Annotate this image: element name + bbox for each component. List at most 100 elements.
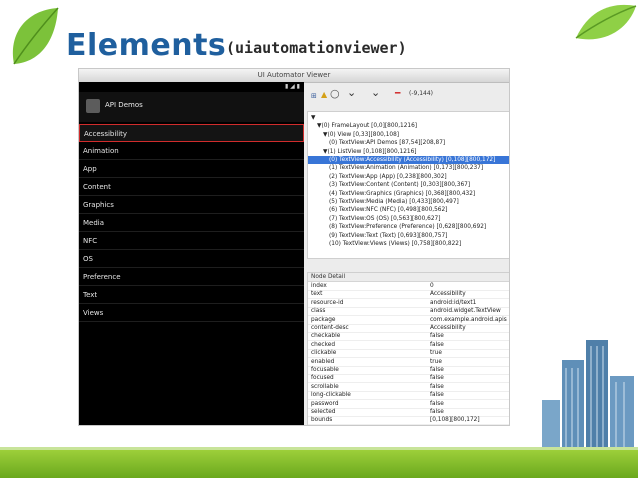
detail-row: index 0: [308, 283, 509, 291]
detail-key: checkable: [311, 333, 341, 340]
detail-key: text: [311, 291, 323, 298]
window-title: UI Automator Viewer: [257, 71, 331, 79]
slide-title: Elements: [66, 28, 227, 63]
detail-key: package: [311, 316, 336, 323]
detail-key: checked: [311, 341, 336, 348]
detail-row: checkable false: [308, 333, 509, 342]
detail-value: [0,108][800,172]: [430, 417, 480, 424]
device-list-item[interactable]: Content: [79, 178, 304, 196]
detail-key: password: [311, 400, 339, 407]
detail-value: 0: [430, 283, 434, 289]
leaf-decoration-top-right: [575, 4, 637, 40]
detail-row: enabled true: [308, 358, 509, 367]
detail-value: Accessibility: [430, 291, 466, 298]
detail-value: com.example.android.apis: [430, 316, 507, 323]
warning-icon[interactable]: ▲: [321, 90, 327, 100]
leaf-decoration-top-left: [12, 7, 59, 65]
detail-key: scrollable: [311, 383, 339, 390]
tree-node[interactable]: (10) TextView:Views (Views) [0,758][800,…: [308, 240, 509, 248]
device-list-item[interactable]: App: [79, 160, 304, 178]
detail-row: resource-id android:id/text1: [308, 299, 509, 308]
detail-row: focused false: [308, 375, 509, 384]
device-app-bar: API Demos: [79, 92, 304, 122]
detail-key: clickable: [311, 350, 337, 357]
detail-row: long-clickable false: [308, 392, 509, 401]
detail-key: long-clickable: [311, 392, 351, 399]
viewer-toolbar: ⊞ ▲ ○ ⌄ ⌄ ━ (-9,144): [307, 85, 509, 109]
detail-row: text Accessibility: [308, 291, 509, 300]
detail-key: class: [311, 308, 326, 315]
tree-node[interactable]: (1) TextView:Animation (Animation) [0,17…: [308, 164, 509, 172]
tree-node[interactable]: (0) TextView:API Demos [87,54][208,87]: [308, 139, 509, 147]
detail-value: true: [430, 358, 442, 365]
tree-node[interactable]: ▼(0) FrameLayout [0,0][800,1216]: [308, 122, 509, 130]
window-titlebar: UI Automator Viewer: [79, 69, 509, 83]
detail-row: focusable false: [308, 367, 509, 375]
detail-value: false: [430, 400, 444, 407]
detail-key: index: [311, 283, 327, 289]
tree-node[interactable]: ▼(0) View [0,33][800,108]: [308, 131, 509, 139]
detail-value: Accessibility: [430, 325, 466, 331]
detail-value: false: [430, 375, 444, 382]
tree-node[interactable]: (6) TextView:NFC (NFC) [0,498][800,562]: [308, 206, 509, 214]
status-icons: ▮ ◢ ▮: [284, 83, 300, 90]
detail-key: focusable: [311, 367, 339, 373]
device-status-bar: ▮ ◢ ▮: [79, 82, 304, 92]
device-list-item[interactable]: Animation: [79, 142, 304, 160]
minus-icon[interactable]: ━: [395, 89, 400, 99]
detail-value: false: [430, 333, 444, 340]
chevron-down-icon-2[interactable]: ⌄: [371, 87, 380, 98]
building-decoration: [542, 340, 634, 452]
toggle-circle-icon[interactable]: ○: [330, 88, 340, 99]
detail-value: false: [430, 392, 444, 399]
hierarchy-tree[interactable]: ▼ ▼(0) FrameLayout [0,0][800,1216] ▼(0) Vi…: [307, 111, 509, 259]
detail-value: false: [430, 383, 444, 390]
tree-node[interactable]: (9) TextView:Text (Text) [0,693][800,757…: [308, 232, 509, 240]
tree-node[interactable]: (0) TextView:Accessibility (Accessibilit…: [308, 156, 509, 164]
slide-subtitle: (uiautomationviewer): [226, 39, 407, 57]
app-icon: [86, 99, 100, 113]
tree-node[interactable]: (3) TextView:Content (Content) [0,303][8…: [308, 181, 509, 189]
device-list-item[interactable]: NFC: [79, 232, 304, 250]
detail-row: bounds [0,108][800,172]: [308, 417, 509, 425]
detail-row: clickable true: [308, 350, 509, 359]
node-detail-panel: Node Detail index 0 text Accessibility resou…: [307, 272, 509, 425]
detail-row: class android.widget.TextView: [308, 308, 509, 317]
detail-key: bounds: [311, 417, 333, 424]
detail-key: enabled: [311, 358, 335, 365]
chevron-down-icon[interactable]: ⌄: [347, 87, 356, 98]
detail-row: checked false: [308, 341, 509, 350]
device-list-item[interactable]: Preference: [79, 268, 304, 286]
expand-all-icon[interactable]: ⊞: [311, 91, 317, 101]
detail-value: android.widget.TextView: [430, 308, 501, 315]
tree-node[interactable]: (5) TextView:Media (Media) [0,433][800,4…: [308, 198, 509, 206]
device-list-item[interactable]: Media: [79, 214, 304, 232]
device-list-item[interactable]: Graphics: [79, 196, 304, 214]
cursor-coordinates: (-9,144): [409, 90, 434, 97]
detail-row: package com.example.android.apis: [308, 316, 509, 325]
detail-key: resource-id: [311, 299, 344, 306]
detail-value: false: [430, 341, 444, 348]
uiautomator-viewer-window: UI Automator Viewer ▮ ◢ ▮ API Demos Acce…: [78, 68, 510, 426]
detail-key: focused: [311, 375, 334, 382]
detail-value: false: [430, 367, 444, 373]
device-list-item[interactable]: Accessibility: [79, 124, 304, 142]
tree-node[interactable]: ▼(1) ListView [0,108][800,1216]: [308, 148, 509, 156]
tree-node[interactable]: ▼: [308, 114, 509, 122]
detail-row: content-desc Accessibility: [308, 325, 509, 333]
device-app-title: API Demos: [105, 101, 143, 109]
node-detail-header: Node Detail: [308, 273, 509, 282]
tree-node[interactable]: (2) TextView:App (App) [0,238][800,302]: [308, 173, 509, 181]
device-list-item[interactable]: OS: [79, 250, 304, 268]
device-screenshot-pane[interactable]: ▮ ◢ ▮ API Demos Accessibility Animation Ap…: [79, 82, 304, 425]
tree-node[interactable]: (7) TextView:OS (OS) [0,563][800,627]: [308, 215, 509, 223]
device-list-item[interactable]: Views: [79, 304, 304, 322]
detail-key: selected: [311, 409, 336, 415]
detail-row: scrollable false: [308, 383, 509, 392]
tree-node[interactable]: (8) TextView:Preference (Preference) [0,…: [308, 223, 509, 231]
device-list-item[interactable]: Text: [79, 286, 304, 304]
tree-node[interactable]: (4) TextView:Graphics (Graphics) [0,368]…: [308, 190, 509, 198]
detail-value: false: [430, 409, 444, 415]
detail-key: content-desc: [311, 325, 349, 331]
detail-value: true: [430, 350, 442, 357]
